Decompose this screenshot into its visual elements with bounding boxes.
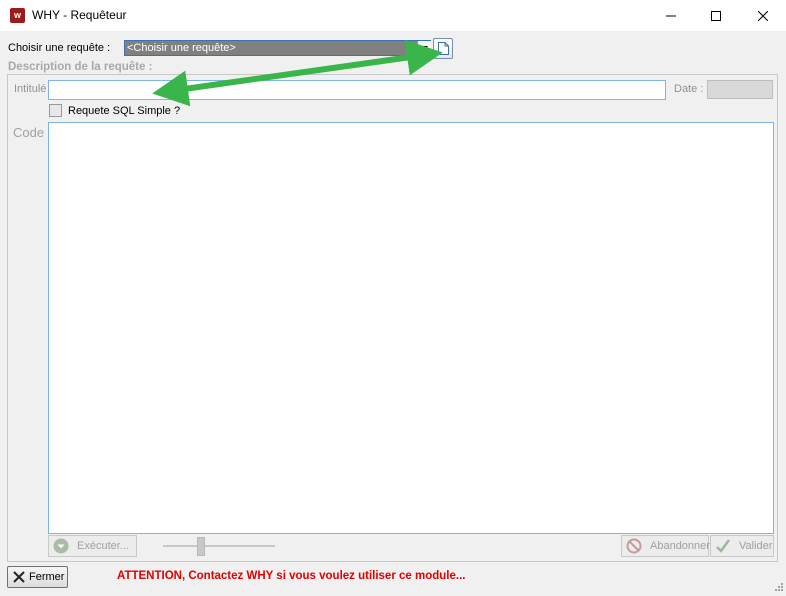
execute-button[interactable]: Exécuter... <box>48 535 137 557</box>
code-editor[interactable] <box>48 122 774 534</box>
forbidden-icon <box>626 538 642 554</box>
description-heading: Description de la requête : <box>8 61 153 73</box>
warning-message: ATTENTION, Contactez WHY si vous voulez … <box>117 570 466 582</box>
abandon-button[interactable]: Abandonner <box>621 535 710 557</box>
sql-simple-checkbox[interactable] <box>49 104 62 117</box>
maximize-icon <box>711 10 721 21</box>
requeteur-window: w WHY - Requêteur Choisir une requête : … <box>0 0 786 596</box>
close-icon <box>758 10 768 21</box>
maximize-button[interactable] <box>693 0 739 31</box>
window-title: WHY - Requêteur <box>32 8 127 22</box>
choose-query-label: Choisir une requête : <box>8 42 111 54</box>
close-x-icon <box>13 571 25 583</box>
slider-thumb[interactable] <box>197 537 205 556</box>
close-button[interactable]: Fermer <box>7 566 68 588</box>
chevron-down-icon <box>421 46 428 50</box>
close-window-button[interactable] <box>740 0 786 31</box>
minimize-button[interactable] <box>648 0 694 31</box>
resize-grip-icon[interactable] <box>770 580 784 594</box>
validate-label: Valider <box>739 540 773 552</box>
new-document-icon <box>437 42 449 55</box>
code-label: Code <box>13 125 45 140</box>
checkmark-icon <box>715 538 731 554</box>
execute-label: Exécuter... <box>77 540 129 552</box>
intitule-label: Intitulé <box>14 83 47 95</box>
abandon-label: Abandonner <box>650 540 710 552</box>
new-query-button[interactable] <box>433 38 453 59</box>
query-select[interactable]: <Choisir une requête> <box>124 40 431 56</box>
validate-button[interactable]: Valider <box>710 535 774 557</box>
slider-track[interactable] <box>163 545 275 547</box>
minimize-icon <box>666 15 676 16</box>
query-dropdown-button[interactable] <box>417 41 431 55</box>
app-logo-icon: w <box>10 8 25 23</box>
intitule-input[interactable] <box>48 80 666 100</box>
title-bar[interactable]: w WHY - Requêteur <box>0 0 786 31</box>
sql-simple-label[interactable]: Requete SQL Simple ? <box>68 105 180 117</box>
execute-icon <box>53 538 69 554</box>
date-label: Date : <box>674 83 704 95</box>
close-label: Fermer <box>29 571 65 583</box>
date-input[interactable] <box>707 80 773 99</box>
